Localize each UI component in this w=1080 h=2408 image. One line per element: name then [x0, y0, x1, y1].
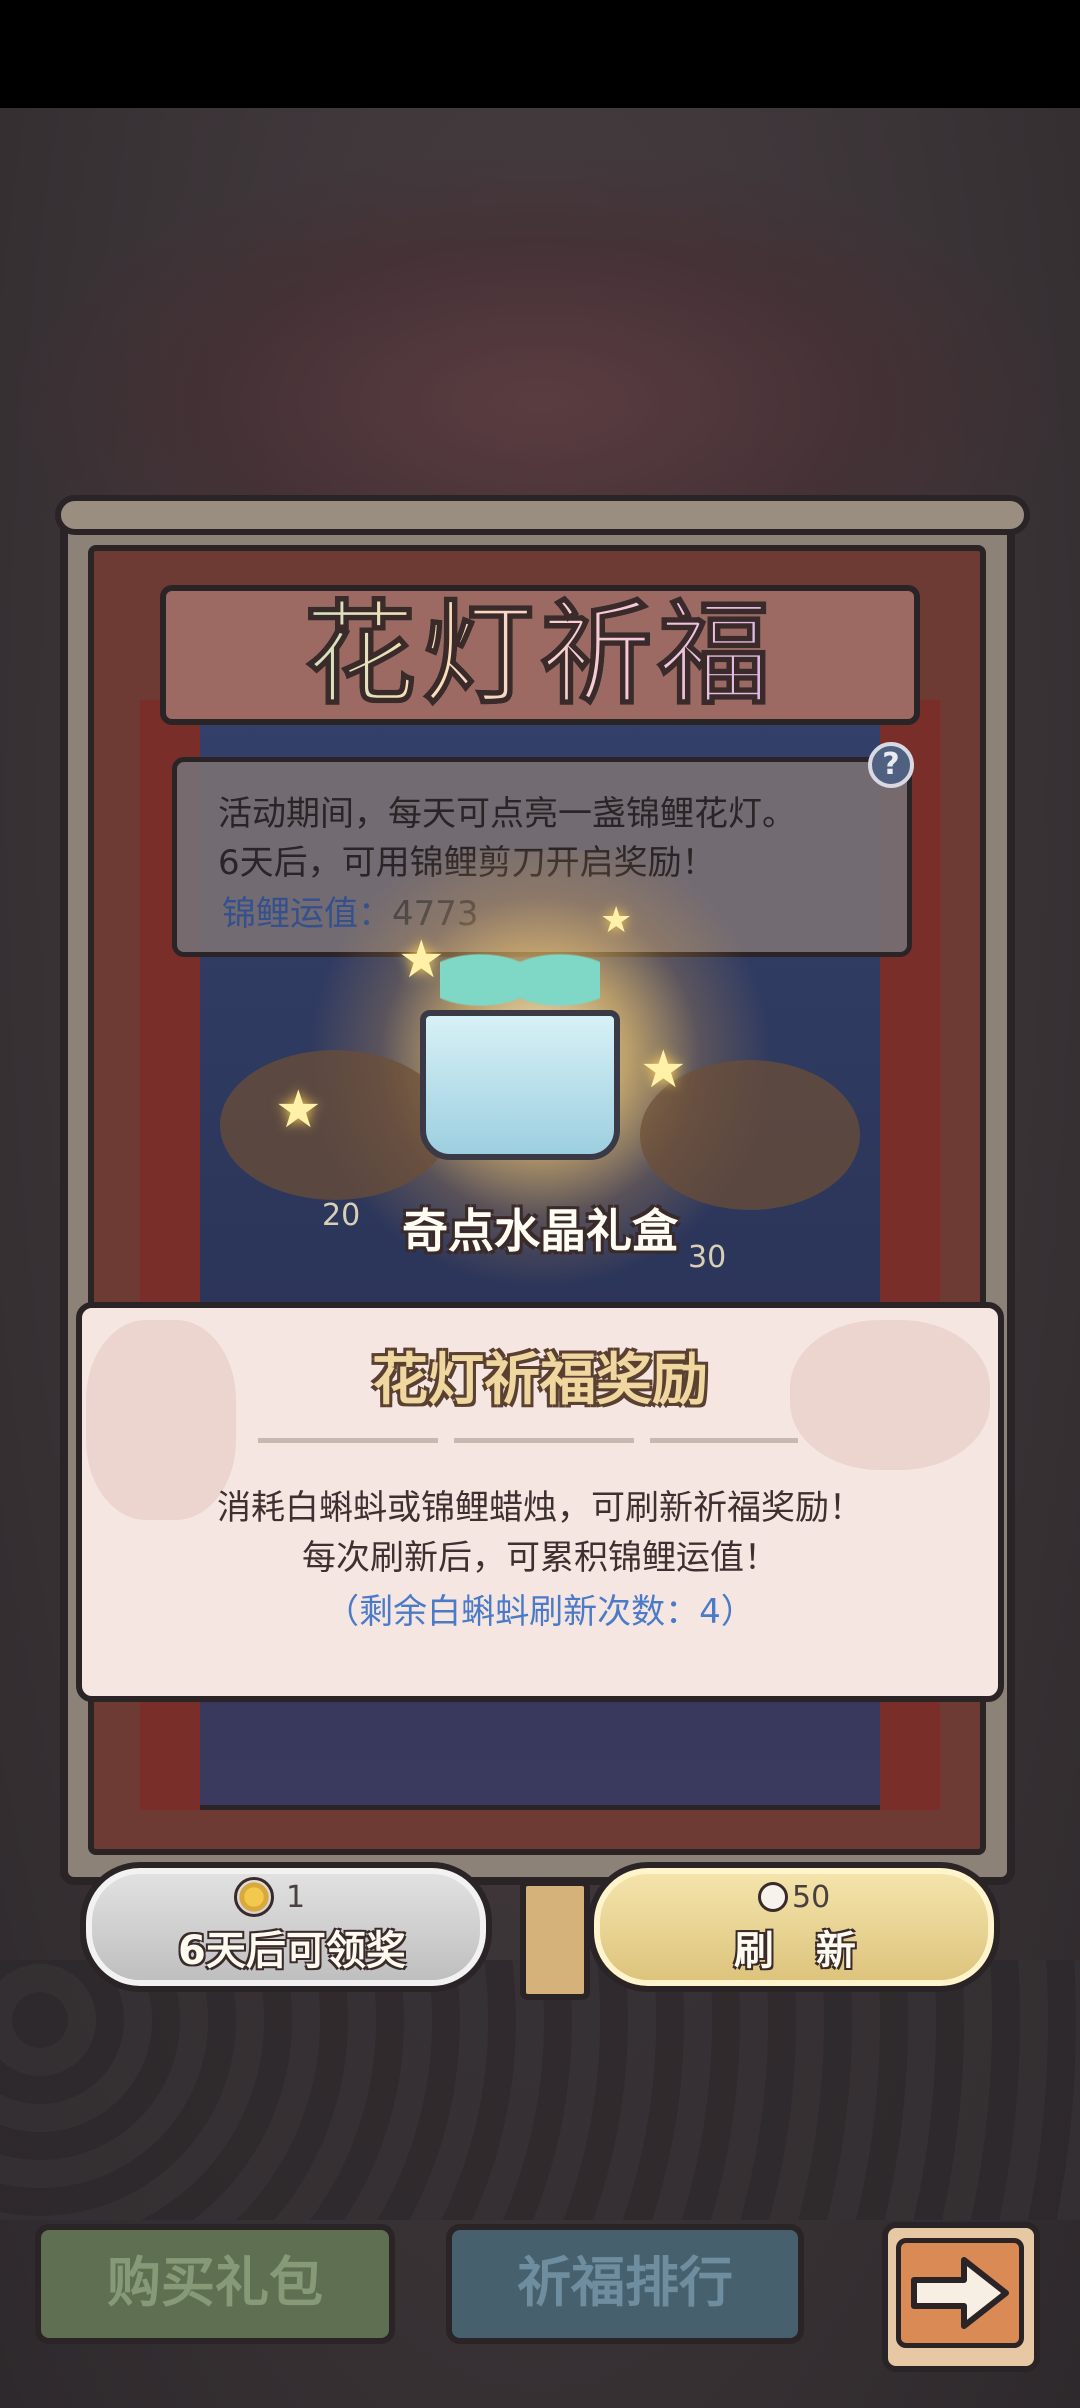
- sparkle-icon: ★: [600, 900, 633, 941]
- popup-divider: [258, 1438, 798, 1443]
- tadpole-icon: [758, 1882, 788, 1912]
- popup-line1: 消耗白蝌蚪或锦鲤蜡烛，可刷新祈福奖励！: [217, 1488, 863, 1528]
- sparkle-icon: ★: [640, 1040, 687, 1100]
- status-bar: [0, 0, 1080, 108]
- event-info-line1: 活动期间，每天可点亮一盏锦鲤花灯。: [218, 794, 796, 834]
- refresh-cost: 50: [792, 1880, 831, 1915]
- event-title: 花灯祈福: [160, 580, 920, 730]
- sparkle-icon: ★: [275, 1080, 322, 1140]
- reward-name: 奇点水晶礼盒: [402, 1204, 678, 1258]
- crystal-gift-box-icon[interactable]: [420, 1010, 620, 1160]
- ranking-button[interactable]: 祈福排行: [446, 2224, 804, 2344]
- refresh-label: 刷 新: [734, 1928, 870, 1974]
- koi-lantern-left: [220, 1050, 450, 1200]
- arrow-right-icon: [911, 2257, 1009, 2329]
- popup-line2: 每次刷新后，可累积锦鲤运值！: [302, 1538, 778, 1578]
- claim-cost: 1: [286, 1880, 306, 1915]
- frame-rod: [55, 495, 1030, 535]
- claim-label: 6天后可领奖: [178, 1928, 406, 1974]
- sparkle-icon: ★: [398, 930, 445, 990]
- popup-title: 花灯祈福奖励: [372, 1348, 708, 1413]
- popup-refresh-count: （剩余白蝌蚪刷新次数：4）: [325, 1592, 755, 1632]
- center-lantern-box: [520, 1880, 590, 2000]
- bee-icon: [234, 1877, 274, 1917]
- buy-pack-button[interactable]: 购买礼包: [35, 2224, 395, 2344]
- question-icon[interactable]: ?: [868, 742, 914, 788]
